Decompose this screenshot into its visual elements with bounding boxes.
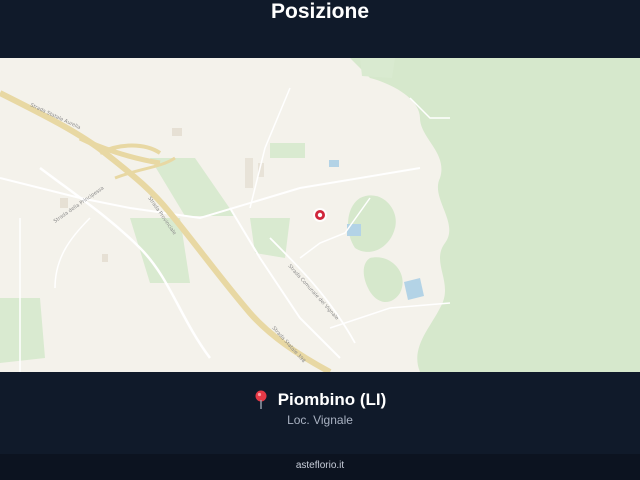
location-name: Piombino (LI)	[277, 390, 387, 409]
header: Posizione	[0, 0, 640, 58]
field	[360, 58, 395, 78]
map-canvas[interactable]: Strada Statale Aurelia Strada della Prin…	[0, 58, 640, 372]
page-title: Posizione	[270, 0, 370, 23]
field	[0, 298, 45, 363]
location-row: Piombino (LI)	[0, 388, 640, 412]
water-pond	[347, 224, 361, 236]
building	[102, 254, 108, 262]
location-panel: Piombino (LI) Loc. Vignale	[0, 372, 640, 454]
field	[270, 143, 305, 158]
page: Posizione Strada Statale Aurelia Strada …	[0, 0, 640, 480]
building	[172, 128, 182, 136]
building	[60, 198, 68, 208]
location-marker-icon[interactable]	[313, 208, 327, 222]
water-pond	[329, 160, 339, 167]
location-subtitle: Loc. Vignale	[287, 413, 353, 427]
map-pin-icon	[254, 390, 268, 410]
building	[245, 158, 253, 188]
footer-site-link[interactable]: asteflorio.it	[0, 460, 640, 471]
map[interactable]: Strada Statale Aurelia Strada della Prin…	[0, 58, 640, 372]
footer: asteflorio.it	[0, 454, 640, 480]
